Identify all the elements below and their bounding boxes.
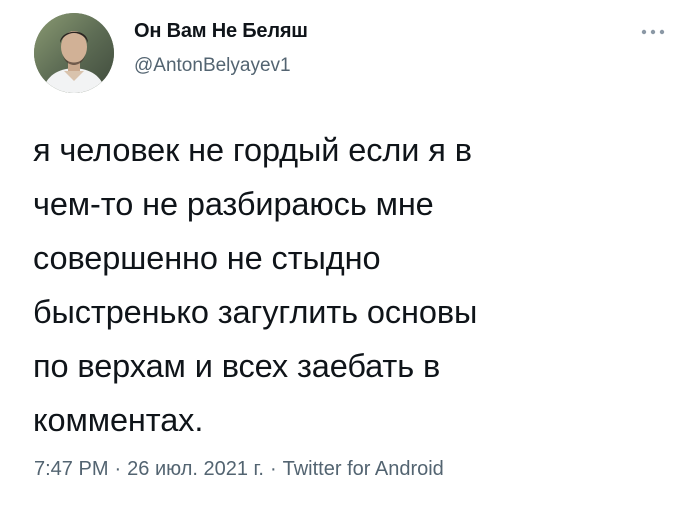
author-display-name[interactable]: Он Вам Не Беляш — [134, 20, 308, 43]
more-horizontal-icon — [641, 29, 665, 35]
avatar-photo — [34, 13, 114, 93]
tweet-text: я человек не гордый если я в чем-то не р… — [33, 132, 478, 438]
tweet-card: Он Вам Не Беляш @AntonBelyayev1 я челове… — [0, 0, 700, 505]
meta-separator: · — [269, 458, 277, 480]
tweet-date[interactable]: 26 июл. 2021 г. — [127, 458, 264, 481]
tweet-time[interactable]: 7:47 PM — [34, 458, 108, 481]
author-handle[interactable]: @AntonBelyayev1 — [134, 55, 291, 77]
meta-separator: · — [114, 458, 122, 480]
tweet-meta: 7:47 PM · 26 июл. 2021 г. · Twitter for Andr… — [34, 458, 444, 481]
more-options-button[interactable] — [636, 22, 670, 42]
avatar[interactable] — [34, 13, 114, 93]
tweet-source[interactable]: Twitter for Android — [283, 458, 444, 481]
